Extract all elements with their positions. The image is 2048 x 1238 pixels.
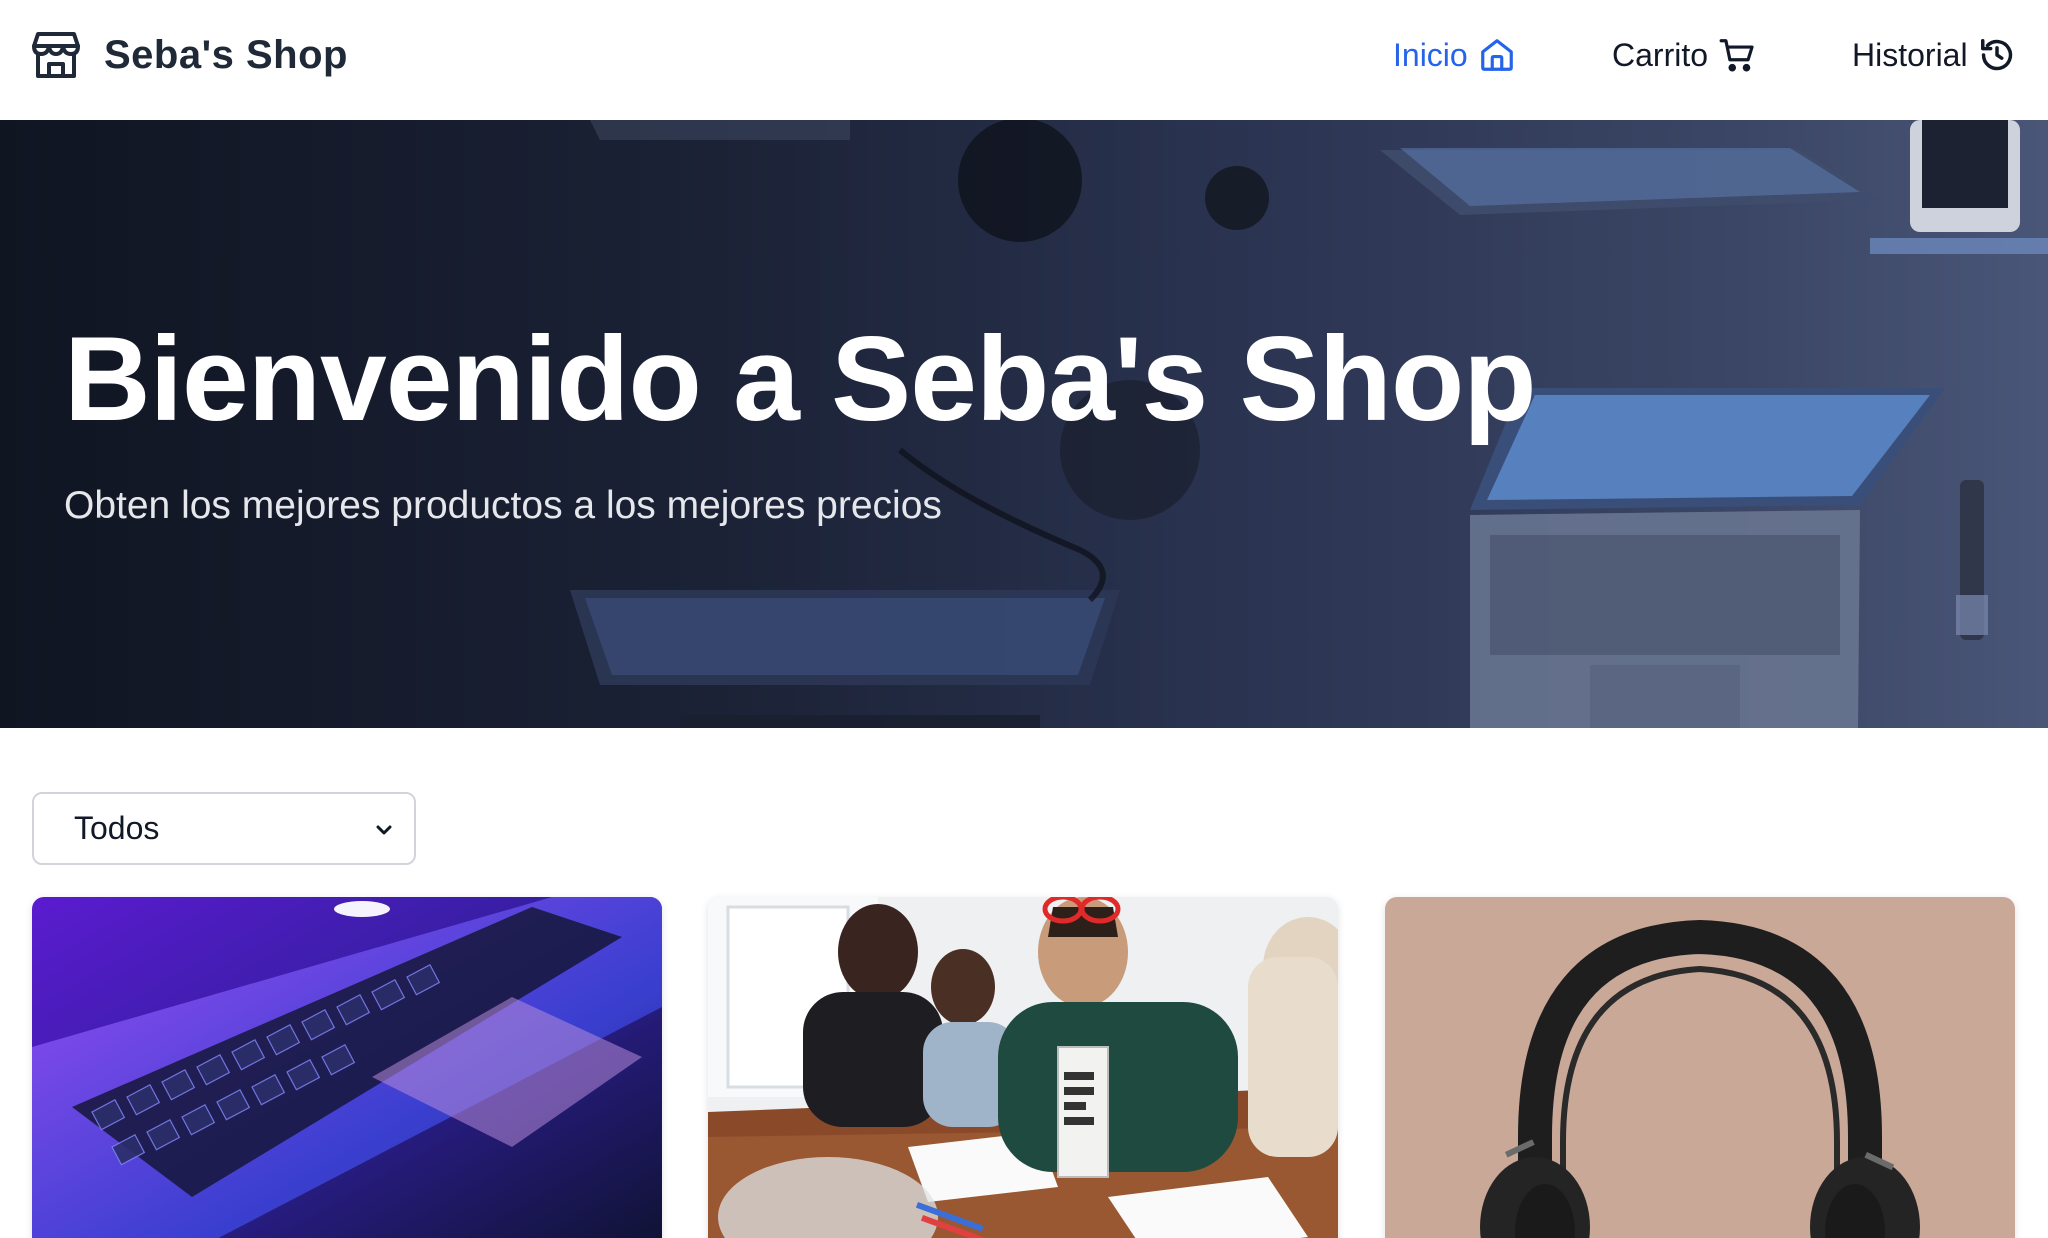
product-image	[32, 897, 662, 1238]
nav-carrito-label: Carrito	[1612, 36, 1709, 73]
hero-banner: Bienvenido a Seba's Shop Obten los mejor…	[0, 120, 2048, 728]
product-image	[708, 897, 1338, 1238]
home-icon	[1480, 39, 1513, 71]
product-card[interactable]	[708, 897, 1338, 1238]
nav-historial-label: Historial	[1852, 36, 1968, 73]
category-select[interactable]: Todos	[32, 792, 416, 865]
product-image	[1385, 897, 2015, 1238]
cart-icon	[1719, 39, 1754, 72]
brand-name: Seba's Shop	[104, 32, 348, 77]
chevron-down-icon	[376, 825, 392, 835]
hero-title: Bienvenido a Seba's Shop	[64, 312, 1537, 446]
product-card[interactable]	[32, 897, 662, 1238]
hero-subtitle: Obten los mejores productos a los mejore…	[64, 484, 942, 527]
nav-carrito-link[interactable]: Carrito	[1612, 36, 1756, 74]
brand[interactable]: Seba's Shop	[32, 30, 348, 80]
nav-inicio-label: Inicio	[1393, 36, 1468, 73]
product-card[interactable]	[1385, 897, 2015, 1238]
store-icon	[32, 32, 80, 78]
history-icon	[1980, 39, 2012, 71]
top-nav-bar: Seba's Shop Inicio Carrito Historial	[0, 0, 2048, 120]
category-select-value: Todos	[74, 810, 160, 846]
nav-inicio-link[interactable]: Inicio	[1393, 36, 1516, 74]
nav-historial-link[interactable]: Historial	[1852, 36, 2016, 74]
